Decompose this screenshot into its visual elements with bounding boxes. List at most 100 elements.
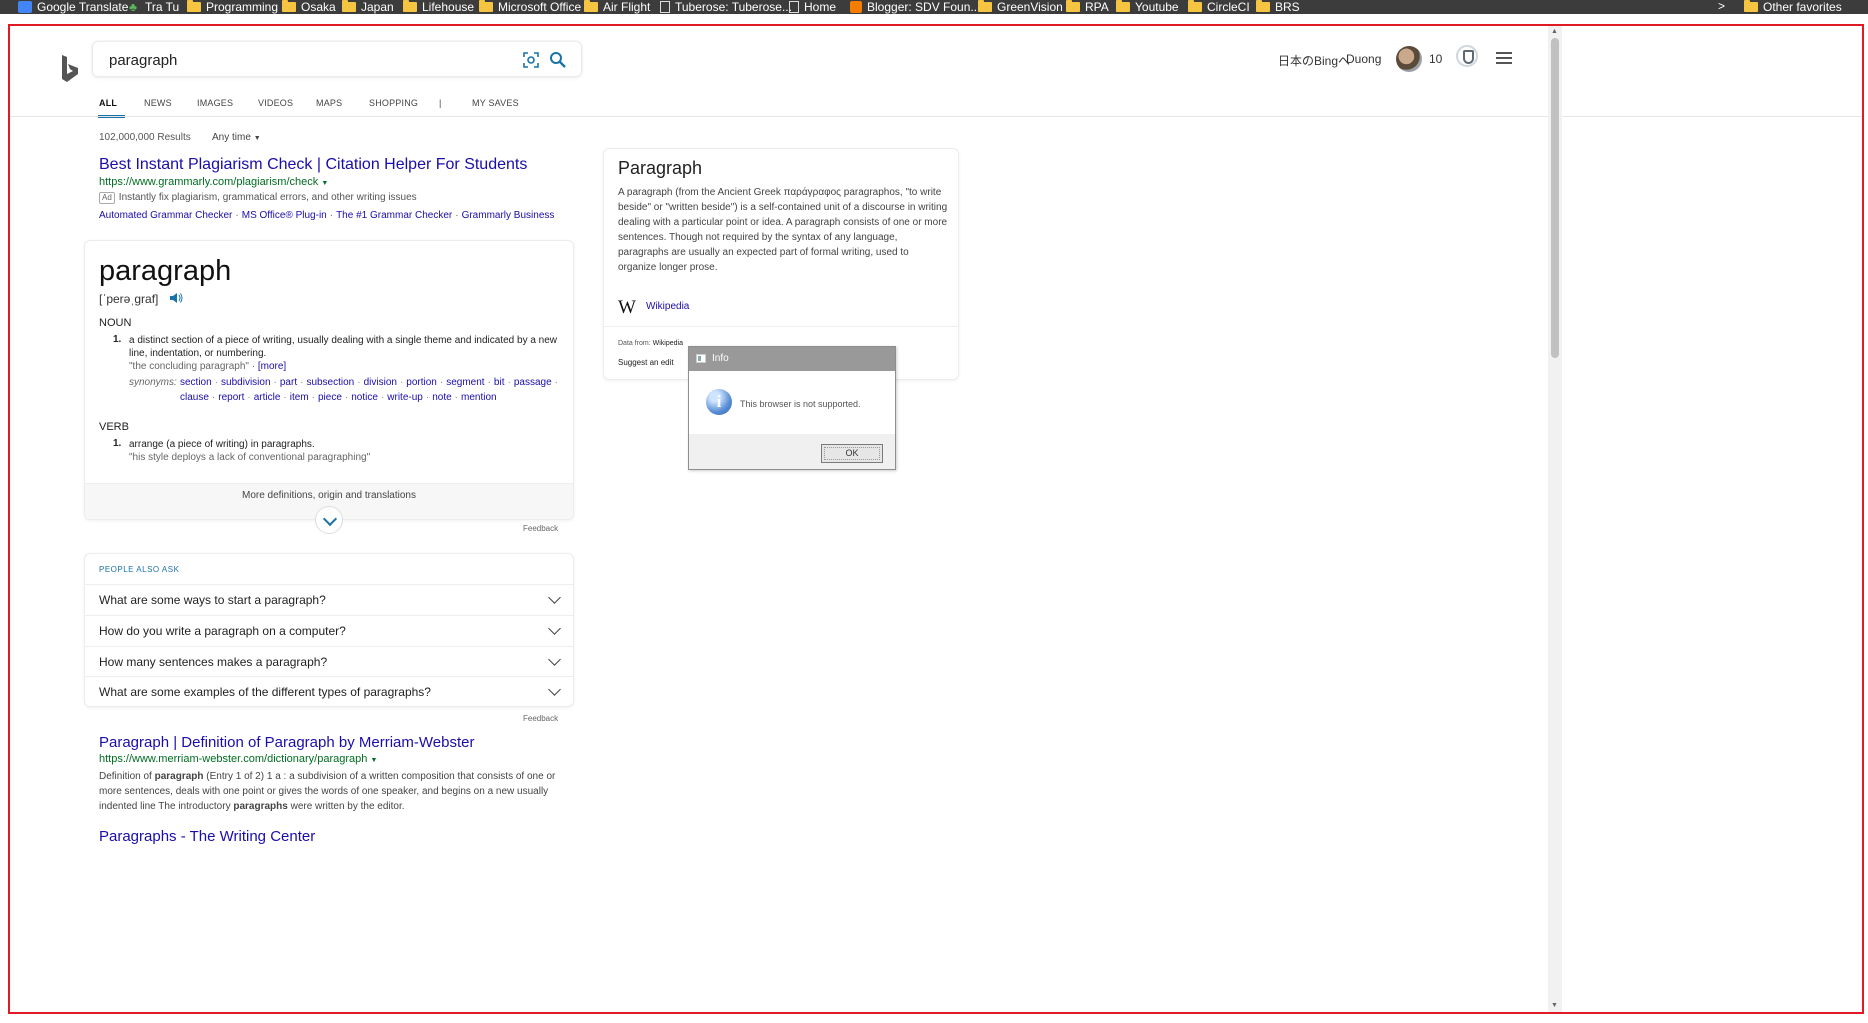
- definition-number: 1.: [113, 438, 122, 449]
- page-icon: [789, 0, 799, 13]
- ad-sitelink[interactable]: The #1 Grammar Checker: [336, 210, 452, 221]
- folder-icon: [1256, 0, 1270, 12]
- paa-question[interactable]: What are some ways to start a paragraph?: [85, 584, 573, 615]
- result-title[interactable]: Paragraph | Definition of Paragraph by M…: [99, 734, 474, 751]
- wikipedia-link[interactable]: Wikipedia: [646, 301, 689, 312]
- rewards-trophy-icon[interactable]: [1456, 45, 1478, 67]
- synonym-link[interactable]: portion: [406, 377, 437, 388]
- info-icon: i: [706, 389, 732, 415]
- synonyms-row: clause · report · article · item · piece · notice ·…: [180, 392, 497, 403]
- ad-description: Ad Instantly fix plagiarism, grammatical …: [99, 192, 417, 204]
- synonym-link[interactable]: part: [280, 377, 297, 388]
- result-title[interactable]: Paragraphs - The Writing Center: [99, 828, 315, 845]
- ad-result-url[interactable]: https://www.grammarly.com/plagiarism/che…: [99, 176, 328, 188]
- search-box[interactable]: paragraph: [92, 41, 582, 77]
- data-source-link[interactable]: Wikipedia: [653, 340, 683, 347]
- bookmark-japan[interactable]: Japan: [342, 0, 394, 14]
- synonym-link[interactable]: bit: [494, 377, 505, 388]
- synonym-link[interactable]: write-up: [387, 392, 423, 403]
- bookmark-air-flight[interactable]: Air Flight: [584, 0, 650, 14]
- bookmark-tra-tu[interactable]: ♣ Tra Tu: [126, 0, 179, 14]
- synonym-link[interactable]: notice: [351, 392, 378, 403]
- result-snippet: Definition of paragraph (Entry 1 of 2) 1…: [99, 771, 556, 812]
- dictionary-card: paragraph [ˈperəˌɡraf] NOUN 1. a distinc…: [84, 240, 574, 534]
- ad-sitelink[interactable]: Automated Grammar Checker: [99, 210, 232, 221]
- speaker-icon[interactable]: [169, 292, 183, 304]
- search-input[interactable]: paragraph: [109, 52, 177, 69]
- more-link[interactable]: [more]: [258, 361, 286, 372]
- scroll-down-arrow-icon[interactable]: ▼: [1551, 1002, 1558, 1009]
- synonym-link[interactable]: section: [180, 377, 212, 388]
- ad-sitelink[interactable]: Grammarly Business: [462, 210, 555, 221]
- expand-chevron-icon[interactable]: [315, 506, 343, 534]
- synonym-link[interactable]: report: [218, 392, 244, 403]
- caret-down-icon[interactable]: ▼: [370, 757, 377, 764]
- folder-icon: [403, 0, 417, 12]
- dictionary-feedback-link[interactable]: Feedback: [523, 524, 558, 533]
- caret-down-icon[interactable]: ▼: [321, 180, 328, 187]
- scrollbar-thumb[interactable]: [1551, 38, 1559, 358]
- synonym-link[interactable]: division: [364, 377, 397, 388]
- verb-definition: arrange (a piece of writing) in paragrap…: [129, 439, 315, 450]
- bookmark-google-translate[interactable]: Google Translate: [18, 0, 128, 14]
- paa-question[interactable]: What are some examples of the different …: [85, 676, 573, 707]
- bookmarks-overflow-button[interactable]: >: [1718, 0, 1725, 13]
- bookmark-greenvision[interactable]: GreenVision: [978, 0, 1063, 14]
- tab-my-saves[interactable]: MY SAVES: [472, 98, 519, 108]
- visual-search-icon[interactable]: [523, 52, 539, 68]
- synonym-link[interactable]: clause: [180, 392, 209, 403]
- scroll-up-arrow-icon[interactable]: ▲: [1551, 28, 1558, 35]
- bookmark-blogger[interactable]: Blogger: SDV Foun...: [850, 0, 980, 14]
- bookmark-home[interactable]: Home: [789, 0, 836, 14]
- synonym-link[interactable]: subdivision: [221, 377, 270, 388]
- definition-number: 1.: [113, 334, 122, 345]
- bookmark-brs[interactable]: BRS: [1256, 0, 1300, 14]
- synonym-link[interactable]: subsection: [306, 377, 354, 388]
- page-icon: [660, 0, 670, 13]
- tab-all[interactable]: ALL: [99, 98, 117, 108]
- dialog-titlebar[interactable]: Info: [689, 347, 895, 371]
- bookmark-tuberose[interactable]: Tuberose: Tuberose...: [660, 0, 792, 14]
- synonym-link[interactable]: mention: [461, 392, 497, 403]
- bookmark-lifehouse[interactable]: Lifehouse: [403, 0, 474, 14]
- paa-question[interactable]: How many sentences makes a paragraph?: [85, 646, 573, 677]
- bookmark-circleci[interactable]: CircleCI: [1188, 0, 1250, 14]
- folder-icon: [282, 0, 296, 12]
- synonym-link[interactable]: item: [290, 392, 309, 403]
- language-link[interactable]: 日本のBingへ: [1278, 52, 1350, 69]
- tab-news[interactable]: NEWS: [144, 98, 172, 108]
- vertical-scrollbar[interactable]: ▲ ▼: [1548, 26, 1562, 1012]
- bookmark-microsoft-office[interactable]: Microsoft Office: [479, 0, 581, 14]
- synonym-link[interactable]: note: [432, 392, 451, 403]
- ad-sitelink[interactable]: MS Office® Plug-in: [242, 210, 327, 221]
- paa-question[interactable]: How do you write a paragraph on a comput…: [85, 615, 573, 646]
- bing-logo[interactable]: [60, 54, 80, 84]
- dictionary-word: paragraph: [99, 255, 232, 287]
- paa-feedback-link[interactable]: Feedback: [523, 714, 558, 723]
- synonym-link[interactable]: article: [254, 392, 281, 403]
- tree-icon: ♣: [129, 0, 137, 14]
- bookmark-osaka[interactable]: Osaka: [282, 0, 336, 14]
- rewards-count[interactable]: 10: [1429, 52, 1442, 66]
- tab-shopping[interactable]: SHOPPING: [369, 98, 418, 108]
- suggest-edit-link[interactable]: Suggest an edit: [618, 358, 674, 367]
- ad-result-title[interactable]: Best Instant Plagiarism Check | Citation…: [99, 156, 527, 174]
- avatar[interactable]: [1396, 46, 1422, 72]
- synonym-link[interactable]: piece: [318, 392, 342, 403]
- result-url[interactable]: https://www.merriam-webster.com/dictiona…: [99, 753, 377, 765]
- bookmark-other-favorites[interactable]: Other favorites: [1744, 0, 1842, 14]
- tab-images[interactable]: IMAGES: [197, 98, 233, 108]
- synonym-link[interactable]: segment: [446, 377, 484, 388]
- header-divider: [10, 116, 1862, 117]
- tab-videos[interactable]: VIDEOS: [258, 98, 293, 108]
- user-name[interactable]: Duong: [1346, 52, 1381, 66]
- bookmark-programming[interactable]: Programming: [187, 0, 278, 14]
- time-filter-dropdown[interactable]: Any time ▼: [212, 132, 261, 143]
- search-icon[interactable]: [549, 51, 567, 69]
- ok-button[interactable]: OK: [821, 444, 883, 463]
- bookmark-rpa[interactable]: RPA: [1066, 0, 1109, 14]
- tab-maps[interactable]: MAPS: [316, 98, 342, 108]
- synonym-link[interactable]: passage: [514, 377, 552, 388]
- bookmark-youtube[interactable]: Youtube: [1116, 0, 1179, 14]
- hamburger-menu-icon[interactable]: [1496, 52, 1512, 64]
